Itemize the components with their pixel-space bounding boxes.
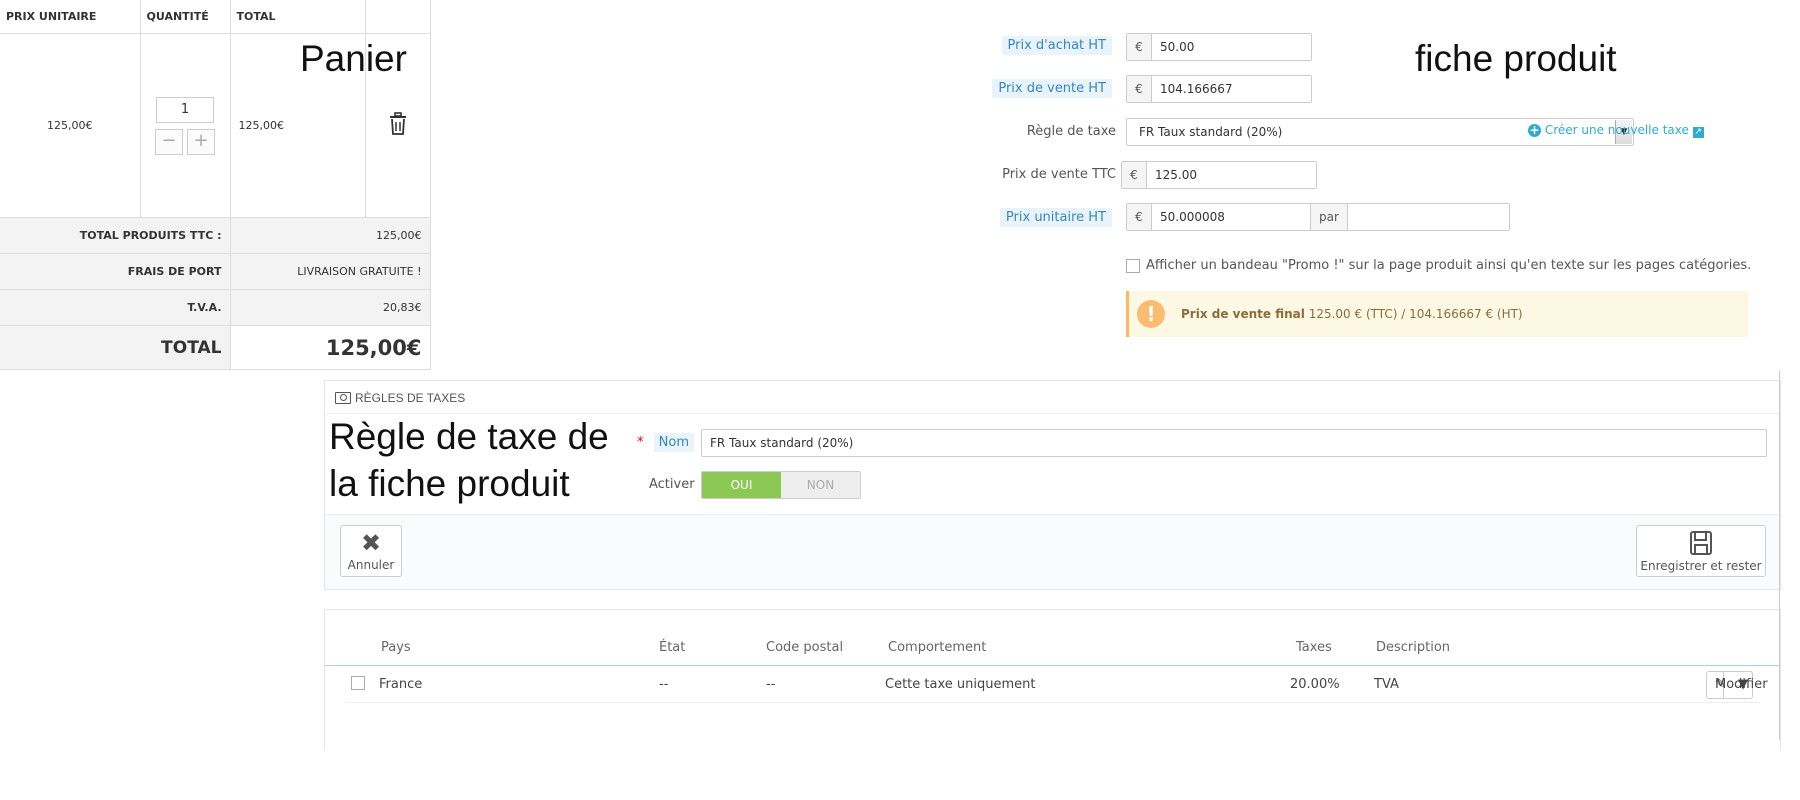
cart-panel: PRIX UNITAIRE QUANTITÉ TOTAL 125,00€ 1 −… xyxy=(0,0,431,370)
regle-annotation: Règle de taxe de la fiche produit xyxy=(329,416,609,504)
money-icon xyxy=(335,392,351,404)
promo-checkbox[interactable] xyxy=(1126,258,1140,273)
create-tax-link[interactable]: + Créer une nouvelle taxe ↗ xyxy=(1528,123,1704,138)
unit-price-ht-field[interactable]: € 50.000008 par xyxy=(1126,203,1510,231)
tax-rules-table-panel: Pays État Code postal Comportement Taxes… xyxy=(324,609,1781,750)
col-comportement: Comportement xyxy=(888,640,987,655)
active-label: Activer xyxy=(649,477,695,492)
panier-annotation: Panier xyxy=(300,38,407,79)
close-icon: ✖ xyxy=(360,529,382,557)
table-row: France -- -- Cette taxe uniquement 20.00… xyxy=(345,666,1768,703)
row-checkbox[interactable] xyxy=(351,676,365,690)
name-label: * Nom xyxy=(637,433,694,452)
modify-button-group: ✎ Modifier ▼ xyxy=(1706,671,1768,699)
trash-icon xyxy=(389,112,406,135)
save-icon xyxy=(1690,531,1712,555)
save-stay-button[interactable]: Enregistrer et rester xyxy=(1636,525,1766,577)
col-quantity: QUANTITÉ xyxy=(140,0,231,34)
cart-header-row: PRIX UNITAIRE QUANTITÉ TOTAL xyxy=(0,0,431,34)
plus-circle-icon: + xyxy=(1528,123,1541,137)
tax-rule-name-input[interactable]: FR Taux standard (20%) xyxy=(701,429,1767,457)
toggle-yes[interactable]: OUI xyxy=(702,472,781,498)
quantity-decrease-button[interactable]: − xyxy=(155,128,183,155)
external-link-icon: ↗ xyxy=(1692,127,1704,138)
sale-price-ht-label: Prix de vente HT xyxy=(960,79,1112,98)
col-pays: Pays xyxy=(381,640,411,655)
final-price-alert: ! Prix de vente final 125.00 € (TTC) / 1… xyxy=(1126,291,1748,337)
col-etat: État xyxy=(659,640,686,655)
quantity-input[interactable]: 1 xyxy=(156,96,214,123)
fiche-produit-annotation: fiche produit xyxy=(1415,38,1617,79)
cancel-button[interactable]: ✖ Annuler xyxy=(340,525,402,577)
quantity-increase-button[interactable]: + xyxy=(187,128,215,155)
col-unit-price: PRIX UNITAIRE xyxy=(0,0,141,34)
unit-price-ht-label: Prix unitaire HT xyxy=(960,208,1112,227)
panel-footer: ✖ Annuler Enregistrer et rester xyxy=(325,514,1780,589)
col-code-postal: Code postal xyxy=(766,640,844,655)
sale-price-ttc-field[interactable]: € 125.00 xyxy=(1121,161,1317,189)
tax-table-header: Pays État Code postal Comportement Taxes… xyxy=(325,610,1780,666)
item-unit-price: 125,00€ xyxy=(0,33,141,218)
toggle-no[interactable]: NON xyxy=(781,472,860,498)
summary-shipping-row: FRAIS DE PORT LIVRAISON GRATUITE ! xyxy=(0,253,431,290)
summary-products-row: TOTAL PRODUITS TTC : 125,00€ xyxy=(0,217,431,254)
summary-vat-row: T.V.A. 20,83€ xyxy=(0,289,431,326)
promo-option: Afficher un bandeau "Promo !" sur la pag… xyxy=(1126,258,1751,273)
modify-button[interactable]: ✎ Modifier xyxy=(1707,672,1768,698)
purchase-price-field[interactable]: € 50.00 xyxy=(1126,33,1312,61)
sale-price-ht-field[interactable]: € 104.166667 xyxy=(1126,75,1312,103)
tax-rule-label: Règle de taxe xyxy=(1026,124,1116,139)
unit-field[interactable] xyxy=(1348,204,1509,230)
purchase-price-label: Prix d'achat HT xyxy=(960,36,1112,55)
caret-down-icon: ▼ xyxy=(1738,677,1748,692)
col-description: Description xyxy=(1376,640,1451,655)
panel-heading: RÈGLES DE TAXES xyxy=(335,391,465,405)
quantity-cell: 1 − + xyxy=(140,33,231,218)
col-total: TOTAL xyxy=(230,0,366,34)
col-taxes: Taxes xyxy=(1296,640,1332,655)
tax-rule-panel: RÈGLES DE TAXES Règle de taxe de la fich… xyxy=(324,380,1781,590)
grand-total-row: TOTAL 125,00€ xyxy=(0,325,431,370)
active-toggle[interactable]: OUI NON xyxy=(701,471,861,499)
sale-price-ttc-label: Prix de vente TTC xyxy=(1002,167,1116,182)
warning-icon: ! xyxy=(1137,300,1165,328)
